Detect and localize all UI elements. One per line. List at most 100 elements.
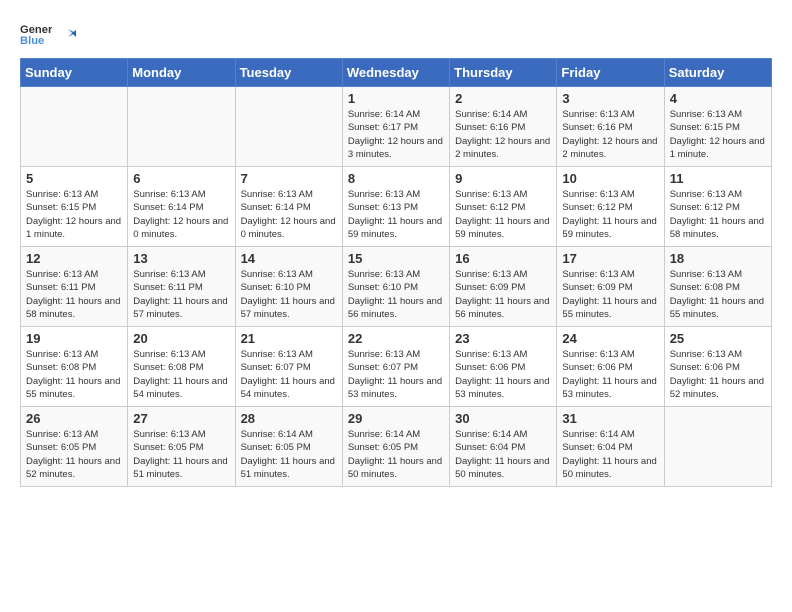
calendar-cell: 30 Sunrise: 6:14 AM Sunset: 6:04 PM Dayli… (450, 407, 557, 487)
day-info: Sunrise: 6:14 AM Sunset: 6:04 PM Dayligh… (562, 428, 658, 481)
day-info: Sunrise: 6:13 AM Sunset: 6:14 PM Dayligh… (241, 188, 337, 241)
calendar-cell: 15 Sunrise: 6:13 AM Sunset: 6:10 PM Dayli… (342, 247, 449, 327)
calendar-week-5: 26 Sunrise: 6:13 AM Sunset: 6:05 PM Dayli… (21, 407, 772, 487)
day-info: Sunrise: 6:13 AM Sunset: 6:12 PM Dayligh… (562, 188, 658, 241)
day-number: 15 (348, 251, 444, 266)
day-info: Sunrise: 6:13 AM Sunset: 6:14 PM Dayligh… (133, 188, 229, 241)
header-thursday: Thursday (450, 59, 557, 87)
day-info: Sunrise: 6:14 AM Sunset: 6:05 PM Dayligh… (241, 428, 337, 481)
day-number: 22 (348, 331, 444, 346)
calendar-week-1: 1 Sunrise: 6:14 AM Sunset: 6:17 PM Daylig… (21, 87, 772, 167)
day-info: Sunrise: 6:13 AM Sunset: 6:12 PM Dayligh… (670, 188, 766, 241)
day-number: 17 (562, 251, 658, 266)
calendar-cell: 9Sunrise: 6:13 AM Sunset: 6:12 PM Daylig… (450, 167, 557, 247)
day-info: Sunrise: 6:13 AM Sunset: 6:07 PM Dayligh… (241, 348, 337, 401)
day-number: 13 (133, 251, 229, 266)
header-sunday: Sunday (21, 59, 128, 87)
calendar-cell: 14 Sunrise: 6:13 AM Sunset: 6:10 PM Dayli… (235, 247, 342, 327)
header-saturday: Saturday (664, 59, 771, 87)
day-info: Sunrise: 6:13 AM Sunset: 6:08 PM Dayligh… (133, 348, 229, 401)
calendar-cell: 13 Sunrise: 6:13 AM Sunset: 6:11 PM Dayli… (128, 247, 235, 327)
day-number: 1 (348, 91, 444, 106)
logo-icon: General Blue (20, 20, 52, 48)
day-number: 19 (26, 331, 122, 346)
day-info: Sunrise: 6:13 AM Sunset: 6:06 PM Dayligh… (670, 348, 766, 401)
day-number: 18 (670, 251, 766, 266)
day-number: 20 (133, 331, 229, 346)
day-number: 11 (670, 171, 766, 186)
calendar-cell: 5 Sunrise: 6:13 AM Sunset: 6:15 PM Daylig… (21, 167, 128, 247)
day-number: 5 (26, 171, 122, 186)
calendar-cell: 26 Sunrise: 6:13 AM Sunset: 6:05 PM Dayli… (21, 407, 128, 487)
day-info: Sunrise: 6:13 AM Sunset: 6:10 PM Dayligh… (348, 268, 444, 321)
calendar-cell: 23Sunrise: 6:13 AM Sunset: 6:06 PM Dayli… (450, 327, 557, 407)
day-number: 30 (455, 411, 551, 426)
calendar-cell: 19 Sunrise: 6:13 AM Sunset: 6:08 PM Dayli… (21, 327, 128, 407)
day-info: Sunrise: 6:13 AM Sunset: 6:08 PM Dayligh… (670, 268, 766, 321)
header-monday: Monday (128, 59, 235, 87)
calendar-cell: 3Sunrise: 6:13 AM Sunset: 6:16 PM Daylig… (557, 87, 664, 167)
day-info: Sunrise: 6:13 AM Sunset: 6:07 PM Dayligh… (348, 348, 444, 401)
day-info: Sunrise: 6:13 AM Sunset: 6:05 PM Dayligh… (133, 428, 229, 481)
svg-text:General: General (20, 24, 52, 36)
day-info: Sunrise: 6:13 AM Sunset: 6:11 PM Dayligh… (26, 268, 122, 321)
day-info: Sunrise: 6:13 AM Sunset: 6:13 PM Dayligh… (348, 188, 444, 241)
calendar-cell: 27 Sunrise: 6:13 AM Sunset: 6:05 PM Dayli… (128, 407, 235, 487)
day-number: 21 (241, 331, 337, 346)
day-info: Sunrise: 6:13 AM Sunset: 6:09 PM Dayligh… (562, 268, 658, 321)
calendar-cell: 7 Sunrise: 6:13 AM Sunset: 6:14 PM Daylig… (235, 167, 342, 247)
calendar-cell: 12 Sunrise: 6:13 AM Sunset: 6:11 PM Dayli… (21, 247, 128, 327)
day-info: Sunrise: 6:14 AM Sunset: 6:16 PM Dayligh… (455, 108, 551, 161)
day-number: 14 (241, 251, 337, 266)
day-number: 26 (26, 411, 122, 426)
calendar-cell: 18 Sunrise: 6:13 AM Sunset: 6:08 PM Dayli… (664, 247, 771, 327)
svg-text:Blue: Blue (20, 35, 44, 47)
day-number: 28 (241, 411, 337, 426)
day-info: Sunrise: 6:14 AM Sunset: 6:17 PM Dayligh… (348, 108, 444, 161)
day-number: 29 (348, 411, 444, 426)
calendar-cell: 4Sunrise: 6:13 AM Sunset: 6:15 PM Daylig… (664, 87, 771, 167)
day-number: 12 (26, 251, 122, 266)
header-friday: Friday (557, 59, 664, 87)
day-info: Sunrise: 6:14 AM Sunset: 6:04 PM Dayligh… (455, 428, 551, 481)
day-info: Sunrise: 6:13 AM Sunset: 6:16 PM Dayligh… (562, 108, 658, 161)
calendar-cell: 29 Sunrise: 6:14 AM Sunset: 6:05 PM Dayli… (342, 407, 449, 487)
calendar-cell: 22 Sunrise: 6:13 AM Sunset: 6:07 PM Dayli… (342, 327, 449, 407)
day-info: Sunrise: 6:13 AM Sunset: 6:05 PM Dayligh… (26, 428, 122, 481)
calendar-cell: 10 Sunrise: 6:13 AM Sunset: 6:12 PM Dayli… (557, 167, 664, 247)
calendar-cell: 31 Sunrise: 6:14 AM Sunset: 6:04 PM Dayli… (557, 407, 664, 487)
calendar-cell: 20 Sunrise: 6:13 AM Sunset: 6:08 PM Dayli… (128, 327, 235, 407)
calendar-cell: 6Sunrise: 6:13 AM Sunset: 6:14 PM Daylig… (128, 167, 235, 247)
day-number: 27 (133, 411, 229, 426)
day-info: Sunrise: 6:13 AM Sunset: 6:08 PM Dayligh… (26, 348, 122, 401)
calendar-cell (128, 87, 235, 167)
calendar-week-4: 19 Sunrise: 6:13 AM Sunset: 6:08 PM Dayli… (21, 327, 772, 407)
calendar-cell: 2 Sunrise: 6:14 AM Sunset: 6:16 PM Daylig… (450, 87, 557, 167)
day-info: Sunrise: 6:13 AM Sunset: 6:11 PM Dayligh… (133, 268, 229, 321)
day-number: 16 (455, 251, 551, 266)
day-info: Sunrise: 6:13 AM Sunset: 6:12 PM Dayligh… (455, 188, 551, 241)
day-info: Sunrise: 6:14 AM Sunset: 6:05 PM Dayligh… (348, 428, 444, 481)
day-info: Sunrise: 6:13 AM Sunset: 6:10 PM Dayligh… (241, 268, 337, 321)
calendar-week-3: 12 Sunrise: 6:13 AM Sunset: 6:11 PM Dayli… (21, 247, 772, 327)
day-info: Sunrise: 6:13 AM Sunset: 6:15 PM Dayligh… (26, 188, 122, 241)
header-wednesday: Wednesday (342, 59, 449, 87)
day-number: 7 (241, 171, 337, 186)
calendar-cell (21, 87, 128, 167)
day-info: Sunrise: 6:13 AM Sunset: 6:06 PM Dayligh… (455, 348, 551, 401)
day-info: Sunrise: 6:13 AM Sunset: 6:06 PM Dayligh… (562, 348, 658, 401)
calendar-cell: 1 Sunrise: 6:14 AM Sunset: 6:17 PM Daylig… (342, 87, 449, 167)
day-number: 2 (455, 91, 551, 106)
header-tuesday: Tuesday (235, 59, 342, 87)
day-number: 4 (670, 91, 766, 106)
calendar-header: SundayMondayTuesdayWednesdayThursdayFrid… (21, 59, 772, 87)
calendar-cell: 28 Sunrise: 6:14 AM Sunset: 6:05 PM Dayli… (235, 407, 342, 487)
day-number: 10 (562, 171, 658, 186)
day-number: 24 (562, 331, 658, 346)
page-header: General Blue (20, 20, 772, 48)
day-number: 25 (670, 331, 766, 346)
calendar-cell (235, 87, 342, 167)
calendar-cell: 17 Sunrise: 6:13 AM Sunset: 6:09 PM Dayli… (557, 247, 664, 327)
calendar-cell: 8Sunrise: 6:13 AM Sunset: 6:13 PM Daylig… (342, 167, 449, 247)
day-number: 31 (562, 411, 658, 426)
